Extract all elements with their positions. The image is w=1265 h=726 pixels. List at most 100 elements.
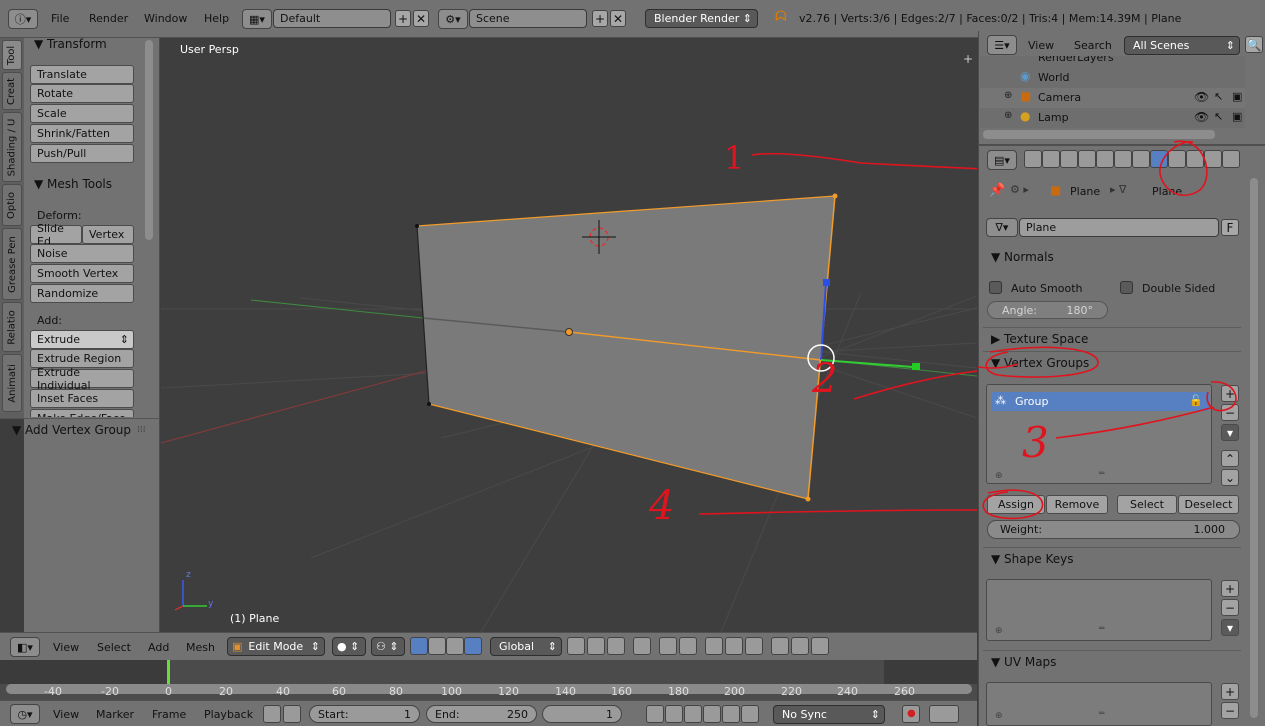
start-frame-field[interactable]: Start: 1 <box>309 705 420 723</box>
select-cursor-icon[interactable]: ↖ <box>1214 90 1223 103</box>
panel-grip-icon[interactable]: ⁞⁞⁞ <box>137 425 146 435</box>
remove-layout-icon[interactable]: ✕ <box>413 10 429 27</box>
timeline[interactable] <box>0 660 977 700</box>
uv-maps-list[interactable]: ⊕ ═ <box>986 682 1212 726</box>
vertex[interactable] <box>415 224 419 228</box>
manipulator-toggle-icon[interactable] <box>410 637 428 655</box>
viewport-shading-select[interactable]: ● ⇕ <box>332 637 366 656</box>
layers-icon[interactable] <box>567 637 585 655</box>
viewport-mesh-menu[interactable]: Mesh <box>186 641 215 654</box>
properties-toggle-icon[interactable]: + <box>963 52 973 66</box>
tab-grease-pencil[interactable]: Grease Pen <box>2 228 22 300</box>
jump-end-icon[interactable] <box>741 705 759 723</box>
tab-tool[interactable]: Tool <box>2 40 22 70</box>
render-preview-icon[interactable] <box>791 637 809 655</box>
render-camera-icon[interactable]: ▣ <box>1232 110 1242 123</box>
menu-file[interactable]: File <box>51 12 69 25</box>
extrude-individual-button[interactable]: Extrude Individual <box>30 366 134 392</box>
slide-vertex-button[interactable]: Vertex <box>82 225 134 244</box>
viewport-select-menu[interactable]: Select <box>97 641 131 654</box>
viewport-canvas[interactable] <box>161 38 977 632</box>
scene-field[interactable]: Scene <box>469 9 587 28</box>
timeline-editor-icon[interactable]: ◷▾ <box>10 704 40 724</box>
jump-keyframe-back-icon[interactable] <box>665 705 683 723</box>
viewport-add-menu[interactable]: Add <box>148 641 169 654</box>
add-layout-icon[interactable]: + <box>395 10 411 27</box>
make-edge-face-button[interactable]: Make Edge/Face <box>30 409 134 417</box>
list-filter-icon[interactable]: ⊕ <box>995 711 1003 721</box>
transform-orientation-select[interactable]: Global ⇕ <box>490 637 562 656</box>
push-pull-button[interactable]: Push/Pull <box>30 144 134 163</box>
occlude-geometry-icon[interactable] <box>633 637 651 655</box>
randomize-button[interactable]: Randomize <box>30 284 134 303</box>
tab-shading-uvs[interactable]: Shading / U <box>2 112 22 182</box>
selected-vertex[interactable] <box>832 193 838 199</box>
remove-uv-map-button[interactable]: − <box>1221 702 1239 719</box>
visibility-eye-icon[interactable]: 👁 <box>1194 90 1209 104</box>
snap-target-icon[interactable] <box>745 637 763 655</box>
tab-relations[interactable]: Relatio <box>2 302 22 352</box>
tab-create[interactable]: Creat <box>2 72 22 110</box>
list-filter-icon[interactable]: ⊕ <box>995 626 1003 636</box>
current-frame-field[interactable]: 1 <box>542 705 622 723</box>
record-icon[interactable]: ● <box>902 705 920 723</box>
vertex-select-icon[interactable] <box>587 637 605 655</box>
timeline-frame-menu[interactable]: Frame <box>152 708 186 721</box>
snap-element-icon[interactable] <box>725 637 743 655</box>
remove-scene-icon[interactable]: ✕ <box>610 10 626 27</box>
3d-viewport[interactable]: User Persp (1) Plane y z 1 2 4 + <box>161 38 977 632</box>
timeline-playback-menu[interactable]: Playback <box>204 708 253 721</box>
selected-vertex[interactable] <box>805 496 811 502</box>
add-scene-icon[interactable]: + <box>592 10 608 27</box>
scenes-filter-select[interactable]: All Scenes ⇕ <box>1124 36 1240 55</box>
list-resize-grip-icon[interactable]: ═ <box>1099 709 1104 719</box>
viewport-editor-icon[interactable]: ◧▾ <box>10 637 40 657</box>
tab-animation[interactable]: Animati <box>2 354 22 412</box>
keying-set-icon[interactable] <box>929 705 959 723</box>
current-frame-indicator[interactable] <box>167 660 170 684</box>
add-uv-map-button[interactable]: + <box>1221 683 1239 700</box>
menu-help[interactable]: Help <box>204 12 229 25</box>
operator-panel-title[interactable]: ▼ Add Vertex Group <box>12 423 131 437</box>
toolshelf-scrollbar[interactable] <box>145 40 153 240</box>
selected-vertex[interactable] <box>565 328 573 336</box>
transform-panel-title[interactable]: ▼ Transform <box>34 37 107 51</box>
timeline-scrollbar[interactable] <box>6 684 972 694</box>
snap-icon[interactable] <box>705 637 723 655</box>
lock-range-icon[interactable] <box>283 705 301 723</box>
mode-select[interactable]: ▣ Edit Mode ⇕ <box>227 637 325 656</box>
translate-button[interactable]: Translate <box>30 65 134 84</box>
remove-shape-key-button[interactable]: − <box>1221 599 1239 616</box>
translate-manipulator-icon[interactable] <box>428 637 446 655</box>
edge-select-icon[interactable] <box>607 637 625 655</box>
slide-edge-button[interactable]: Slide Ed <box>30 222 82 248</box>
outliner-item-world[interactable]: World <box>1038 71 1070 84</box>
copy-icon[interactable] <box>771 637 789 655</box>
outliner-item-renderlayers[interactable]: RenderLayers <box>1038 56 1114 64</box>
screen-layout-field[interactable]: Default <box>273 9 391 28</box>
render-camera-icon[interactable]: ▣ <box>1232 90 1242 103</box>
scale-button[interactable]: Scale <box>30 104 134 123</box>
expand-icon[interactable]: ⊕ <box>1004 110 1012 121</box>
shape-key-specials-button[interactable]: ▾ <box>1221 619 1239 636</box>
scene-icon[interactable]: ⚙▾ <box>438 9 468 29</box>
noise-button[interactable]: Noise <box>30 244 134 263</box>
outliner-editor-icon[interactable]: ☰▾ <box>987 35 1017 55</box>
render-engine-select[interactable]: Blender Render ⇕ <box>645 9 758 28</box>
outliner-view-menu[interactable]: View <box>1028 39 1054 52</box>
tab-options[interactable]: Optio <box>2 184 22 226</box>
jump-start-icon[interactable] <box>646 705 664 723</box>
select-cursor-icon[interactable]: ↖ <box>1214 110 1223 123</box>
info-editor-icon[interactable]: ⓘ▾ <box>8 9 38 29</box>
uv-maps-panel-title[interactable]: ▼ UV Maps <box>991 655 1056 669</box>
play-icon[interactable] <box>703 705 721 723</box>
mesh-tools-panel-title[interactable]: ▼ Mesh Tools <box>34 177 112 191</box>
end-frame-field[interactable]: End: 250 <box>426 705 537 723</box>
inset-faces-button[interactable]: Inset Faces <box>30 389 134 408</box>
expand-icon[interactable]: ⊕ <box>1004 90 1012 101</box>
timeline-marker-menu[interactable]: Marker <box>96 708 134 721</box>
scale-manipulator-icon[interactable] <box>464 637 482 655</box>
timeline-view-menu[interactable]: View <box>53 708 79 721</box>
menu-render[interactable]: Render <box>89 12 128 25</box>
outliner-item-lamp[interactable]: Lamp <box>1038 111 1069 124</box>
